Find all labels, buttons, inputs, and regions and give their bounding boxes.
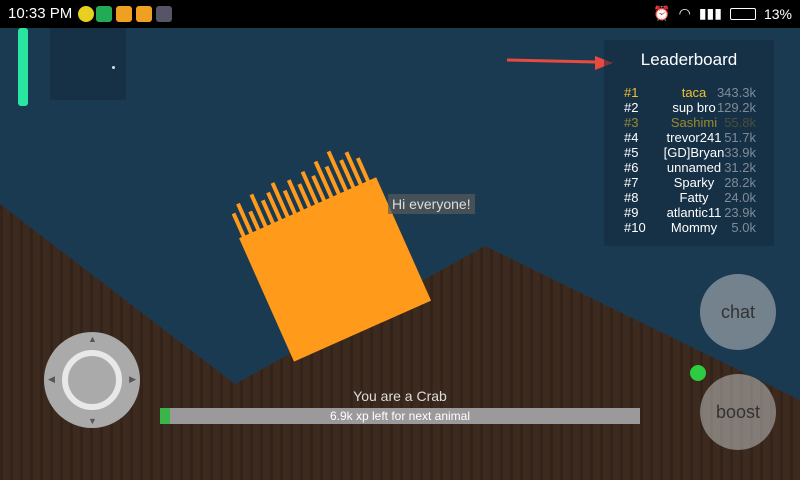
minimap-player-dot [112, 66, 115, 69]
status-time: 10:33 PM [8, 5, 73, 22]
signal-icon: ▮▮▮ [698, 5, 722, 21]
leaderboard-rank: #6 [624, 160, 639, 175]
minimap [50, 28, 126, 100]
wifi-icon: ◠ [678, 5, 691, 21]
leaderboard-rank: #2 [624, 100, 639, 115]
leaderboard-score: 51.7k [724, 130, 756, 145]
leaderboard-score: 24.0k [724, 190, 756, 205]
leaderboard-row: #7 Sparky 28.2k [604, 175, 774, 190]
leaderboard-rank: #7 [624, 175, 639, 190]
leaderboard-name: Fatty [679, 190, 709, 205]
game-canvas[interactable]: Leaderboard #1 taca 343.3k #2 sup bro 12… [0, 28, 800, 480]
leaderboard-row: #3 Sashimi 55.8k [604, 115, 774, 130]
arrow-down-icon: ▼ [88, 416, 97, 426]
leaderboard-name: atlantic11 [666, 205, 722, 220]
leaderboard-row: #8 Fatty 24.0k [604, 190, 774, 205]
leaderboard-score: 5.0k [731, 220, 756, 235]
app-icon [156, 6, 172, 22]
leaderboard-rank: #3 [624, 115, 639, 130]
boost-button[interactable]: boost [700, 374, 776, 450]
leaderboard-rank: #5 [624, 145, 639, 160]
arrow-right-icon: ▶ [129, 374, 136, 384]
status-right: ⏰ ◠ ▮▮▮ 13% [653, 5, 792, 22]
xp-progress-bar: 6.9k xp left for next animal [160, 408, 640, 424]
battery-icon [729, 7, 756, 20]
chat-button[interactable]: chat [700, 274, 776, 350]
leaderboard-rank: #10 [624, 220, 646, 235]
leaderboard-row: #5 [GD]Bryan 33.9k [604, 145, 774, 160]
leaderboard-score: 28.2k [724, 175, 756, 190]
leaderboard-row: #6 unnamed 31.2k [604, 160, 774, 175]
leaderboard-name: [GD]Bryan [663, 145, 725, 160]
leaderboard-row: #1 taca 343.3k [604, 85, 774, 100]
leaderboard-row: #9 atlantic11 23.9k [604, 205, 774, 220]
arrow-indicator [506, 56, 613, 70]
joystick-ring [62, 350, 122, 410]
leaderboard-name: unnamed [666, 160, 722, 175]
leaderboard-rank: #1 [624, 85, 639, 100]
leaderboard-rank: #8 [624, 190, 639, 205]
leaderboard-name: Sashimi [670, 115, 718, 130]
leaderboard-row: #4 trevor241 51.7k [604, 130, 774, 145]
notification-icon [78, 6, 94, 22]
battery-percent: 13% [763, 5, 792, 22]
leaderboard-score: 55.8k [724, 115, 756, 130]
leaderboard-name: trevor241 [666, 130, 722, 145]
arrow-left-icon: ◀ [48, 374, 55, 384]
phone-icon [96, 6, 112, 22]
leaderboard-title: Leaderboard [640, 50, 738, 69]
leaderboard-name: Mommy [670, 220, 718, 235]
app-icon [136, 6, 152, 22]
leaderboard-row: #10 Mommy 5.0k [604, 220, 774, 235]
leaderboard-score: 129.2k [716, 100, 756, 115]
animal-role-text: You are a Crab [353, 388, 447, 404]
leaderboard-name: Sparky [673, 175, 715, 190]
xp-progress-label: 6.9k xp left for next animal [329, 409, 471, 423]
arrow-up-icon: ▲ [88, 334, 97, 344]
leaderboard-score: 23.9k [724, 205, 756, 220]
alarm-icon: ⏰ [653, 5, 671, 21]
food-pellet [690, 365, 706, 381]
leaderboard-rank: #9 [624, 205, 639, 220]
xp-meter [18, 28, 28, 106]
virtual-joystick[interactable]: ▲ ▼ ◀ ▶ [44, 332, 140, 428]
leaderboard-row: #2 sup bro 129.2k [604, 100, 774, 115]
leaderboard-score: 343.3k [716, 85, 756, 100]
leaderboard: Leaderboard #1 taca 343.3k #2 sup bro 12… [604, 40, 774, 246]
status-bar: 10:33 PM ⏰ ◠ ▮▮▮ 13% [0, 0, 800, 28]
leaderboard-score: 33.9k [724, 145, 756, 160]
chat-bubble: Hi everyone! [388, 194, 475, 214]
leaderboard-rank: #4 [624, 130, 639, 145]
app-icon [116, 6, 132, 22]
leaderboard-score: 31.2k [724, 160, 756, 175]
